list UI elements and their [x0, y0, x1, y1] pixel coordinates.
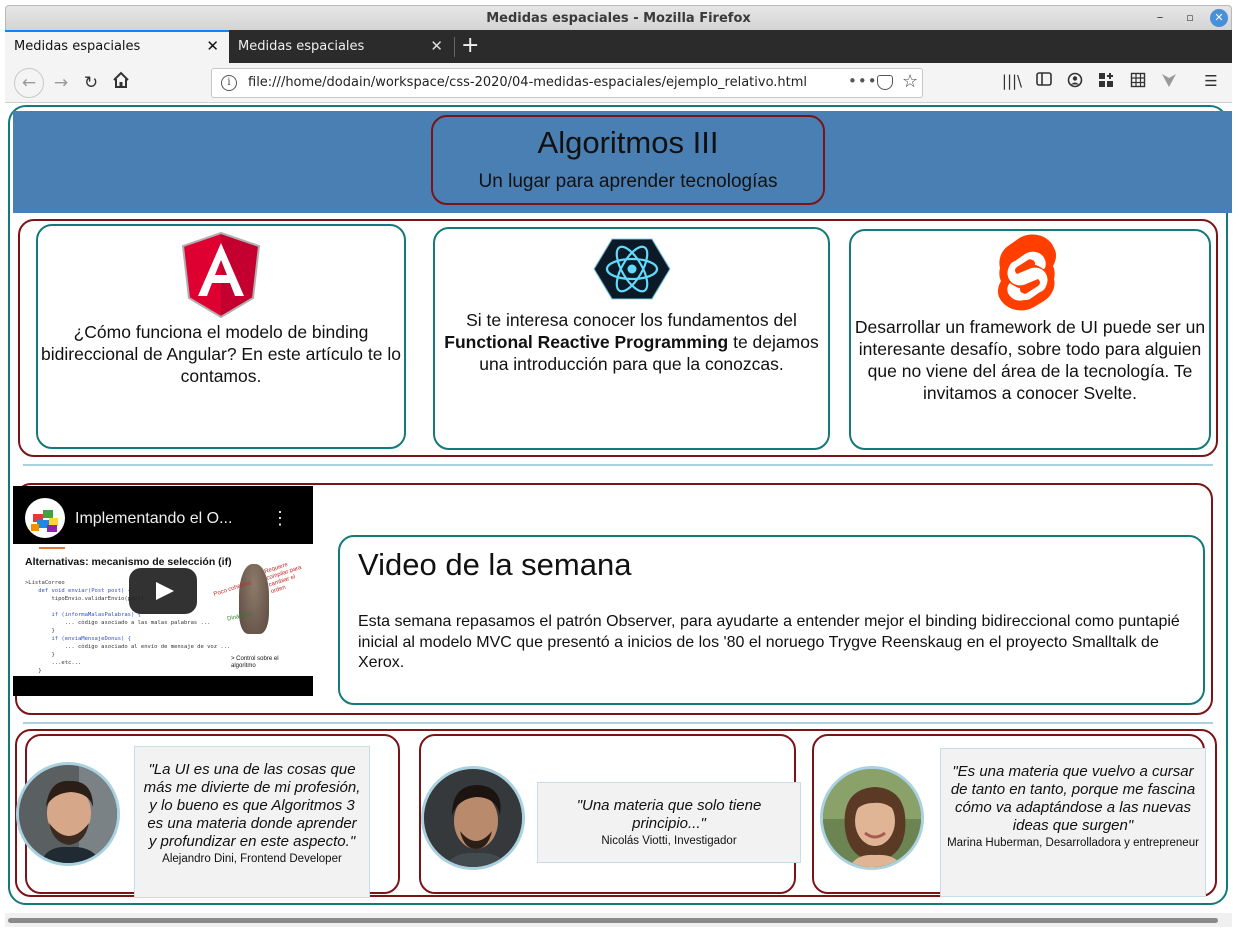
site-info-icon[interactable]: i [221, 75, 237, 91]
testimonial-card: "Es una materia que vuelvo a cursar de t… [812, 734, 1206, 897]
code-line: def void enviar(Post post) { [25, 588, 131, 594]
article-text: Desarrollar un framework de UI puede ser… [854, 317, 1206, 403]
testimonial-quote: "Una materia que solo tiene principio...… [576, 797, 762, 832]
close-window-icon[interactable]: ✕ [1210, 9, 1228, 27]
minimize-icon[interactable]: – [1151, 9, 1169, 27]
page-viewport: Algoritmos III Un lugar para aprender te… [5, 103, 1232, 913]
article-text: ¿Cómo funciona el modelo de binding bidi… [41, 322, 401, 386]
close-tab-icon[interactable]: ✕ [430, 30, 443, 63]
code-line: ...etc... [25, 660, 82, 666]
video-description: Esta semana repasamos el patrón Observer… [358, 613, 1180, 671]
window-titlebar: Medidas espaciales - Mozilla Firefox – ▫… [5, 5, 1232, 30]
code-line: ... código asociado a las malas palabras… [25, 620, 211, 626]
grid-icon[interactable] [1127, 72, 1149, 92]
testimonial-quote: "Es una materia que vuelvo a cursar de t… [950, 763, 1196, 834]
svelte-logo [997, 234, 1062, 317]
video-description-box: Video de la semana Esta semana repasamos… [338, 535, 1205, 705]
testimonial-quote-box: "La UI es una de las cosas que más me di… [134, 746, 370, 898]
divider [23, 464, 1213, 466]
navigation-toolbar: ← → ↻ i file:///home/dodain/workspace/cs… [5, 63, 1232, 103]
video-heading: Video de la semana [358, 547, 632, 582]
avatar [421, 766, 525, 870]
window-title: Medidas espaciales - Mozilla Firefox [486, 11, 751, 26]
url-text[interactable]: file:///home/dodain/workspace/css-2020/0… [248, 75, 807, 90]
account-icon[interactable] [1064, 72, 1086, 92]
article-text-part: Si te interesa conocer los fundamentos d… [466, 310, 797, 330]
slide-label: Requiere compilar para cambiar el orden [263, 561, 303, 596]
avatar [820, 766, 924, 870]
pocket-icon[interactable] [877, 75, 893, 90]
page-subtitle: Un lugar para aprender tecnologías [478, 171, 778, 192]
back-icon[interactable]: ← [14, 68, 44, 98]
slide-title: Alternativas: mecanismo de selección (if… [25, 556, 232, 568]
extensions-icon[interactable] [1095, 72, 1117, 92]
testimonial-quote-box: "Es una materia que vuelvo a cursar de t… [940, 748, 1206, 897]
tab-separator [454, 37, 455, 57]
react-logo [592, 235, 672, 308]
header-banner: Algoritmos III Un lugar para aprender te… [13, 111, 1232, 213]
code-line: } [25, 628, 55, 634]
code-line: tipoEnvio.validarEnvio(post) [25, 596, 145, 602]
close-tab-icon[interactable]: ✕ [206, 32, 219, 61]
reload-icon[interactable]: ↻ [79, 71, 103, 95]
maximize-icon[interactable]: ▫ [1181, 9, 1199, 27]
library-icon[interactable]: |||\ [1001, 72, 1023, 90]
article-text-bold: Functional Reactive Programming [444, 332, 729, 352]
tab-inactive[interactable]: Medidas espaciales ✕ [229, 30, 453, 63]
channel-avatar[interactable] [25, 498, 65, 538]
code-line: if (enviaMensajeDonus) { [25, 636, 131, 642]
tab-active[interactable]: Medidas espaciales ✕ [5, 30, 229, 63]
testimonial-quote: "La UI es una de las cosas que más me di… [143, 761, 361, 850]
slide-label: > Control sobre el algoritmo [231, 656, 279, 669]
testimonial-author: Alejandro Dini, Frontend Developer [162, 853, 342, 865]
home-icon[interactable] [109, 71, 133, 95]
tab-strip: Medidas espaciales ✕ Medidas espaciales … [5, 30, 1232, 63]
slide-accent [39, 547, 65, 549]
new-tab-icon[interactable]: + [461, 30, 479, 63]
code-line: } [25, 652, 55, 658]
bookmark-star-icon[interactable]: ☆ [902, 71, 918, 92]
video-embed[interactable]: Implementando el O... ⋮ Alternativas: me… [13, 486, 313, 696]
testimonial-card: "La UI es una de las cosas que más me di… [16, 734, 400, 898]
vpn-icon[interactable] [1158, 72, 1180, 92]
article-card-svelte[interactable]: Desarrollar un framework de UI puede ser… [849, 229, 1211, 450]
slide-code: >ListaCorreo def void enviar(Post post) … [25, 579, 230, 675]
article-card-react[interactable]: Si te interesa conocer los fundamentos d… [433, 227, 830, 450]
article-text: Si te interesa conocer los fundamentos d… [435, 309, 828, 375]
code-line: >ListaCorreo [25, 580, 65, 586]
tab-label: Medidas espaciales [14, 39, 141, 54]
code-line: if (informaMalasPalabras) { [25, 612, 141, 618]
testimonial-quote-box: "Una materia que solo tiene principio...… [537, 782, 801, 863]
avatar [16, 762, 120, 866]
video-title[interactable]: Implementando el O... [75, 510, 232, 528]
article-card-angular[interactable]: ¿Cómo funciona el modelo de binding bidi… [36, 224, 406, 449]
horizontal-scrollbar[interactable] [5, 913, 1232, 927]
angular-logo [181, 231, 261, 323]
code-line: ... código asociado al envío de mensaje … [25, 644, 231, 650]
testimonial-author: Nicolás Viotti, Investigador [601, 835, 737, 847]
code-line: } [25, 668, 42, 674]
address-bar[interactable]: i file:///home/dodain/workspace/css-2020… [211, 68, 923, 98]
page-actions-icon[interactable]: ••• [848, 72, 878, 90]
tab-label: Medidas espaciales [238, 39, 365, 54]
menu-icon[interactable]: ☰ [1200, 72, 1222, 90]
play-button[interactable] [129, 568, 197, 614]
testimonial-author: Marina Huberman, Desarrolladora y entrep… [947, 837, 1199, 849]
testimonial-card: "Una materia que solo tiene principio...… [419, 734, 801, 894]
page-title: Algoritmos III [537, 125, 719, 160]
sidebar-icon[interactable] [1033, 72, 1055, 90]
header-title-box: Algoritmos III Un lugar para aprender te… [431, 115, 825, 205]
scrollbar-thumb[interactable] [8, 918, 1218, 923]
forward-icon[interactable]: → [49, 71, 73, 95]
divider [23, 722, 1213, 724]
video-menu-icon[interactable]: ⋮ [271, 508, 289, 529]
